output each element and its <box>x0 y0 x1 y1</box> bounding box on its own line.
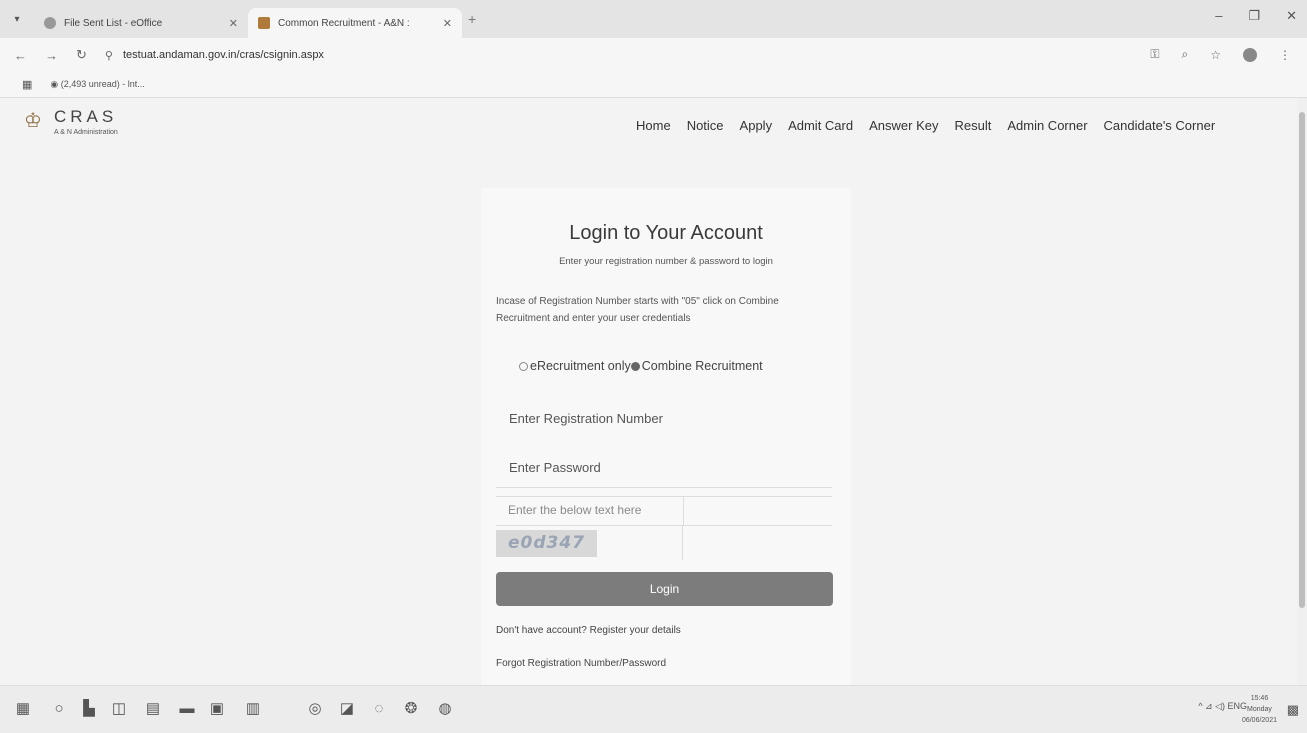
app-icon[interactable]: ▥ <box>244 700 262 718</box>
app-icon[interactable]: ◪ <box>338 700 356 718</box>
brand-subtitle: A & N Administration <box>54 129 118 136</box>
recruitment-type-radios: eRecruitment only Combine Recruitment <box>519 359 763 373</box>
nav-result[interactable]: Result <box>954 118 991 133</box>
nav-apply[interactable]: Apply <box>740 118 773 133</box>
minimize-icon[interactable]: – <box>1215 8 1222 24</box>
search-icon[interactable]: ○ <box>50 700 68 718</box>
new-tab-icon[interactable]: + <box>468 11 476 27</box>
forward-icon[interactable]: → <box>45 48 58 63</box>
zoom-icon[interactable]: ⌕ <box>1182 47 1189 62</box>
bookmark-item[interactable]: ◉ (2,493 unread) - lnt... <box>50 79 144 90</box>
captcha-input[interactable]: Enter the below text here <box>496 497 684 525</box>
whatsapp-icon[interactable]: ◌ <box>370 700 388 718</box>
login-subtitle: Enter your registration number & passwor… <box>559 256 773 267</box>
notification-icon[interactable]: ▩ <box>1287 702 1299 718</box>
app-icon[interactable]: ▬ <box>178 700 196 718</box>
main-nav: Home Notice Apply Admit Card Answer Key … <box>636 118 1231 133</box>
reload-icon[interactable]: ↻ <box>76 47 87 63</box>
registration-notice: Incase of Registration Number starts wit… <box>496 296 779 324</box>
login-button[interactable]: Login <box>496 572 833 606</box>
tab-search-icon[interactable]: ▾ <box>0 14 34 25</box>
clock-day: Monday <box>1247 706 1272 713</box>
bookmark-star-icon[interactable]: ☆ <box>1210 48 1221 62</box>
taskbar-clock[interactable]: 15:46 Monday 06/06/2021 <box>1242 693 1277 726</box>
tab-title: File Sent List - eOffice <box>64 17 163 29</box>
tab-file-sent-list[interactable]: File Sent List - eOffice ✕ <box>34 8 248 38</box>
nav-notice[interactable]: Notice <box>687 118 724 133</box>
nav-candidates-corner[interactable]: Candidate's Corner <box>1104 118 1216 133</box>
app-icon[interactable]: ❂ <box>402 700 420 718</box>
nav-home[interactable]: Home <box>636 118 671 133</box>
forgot-password-link[interactable]: Forgot Registration Number/Password <box>496 658 666 669</box>
tab-close-icon[interactable]: ✕ <box>443 17 452 30</box>
bookmark-label: (2,493 unread) - lnt... <box>60 79 145 89</box>
clock-time: 15:46 <box>1250 695 1269 702</box>
menu-icon[interactable]: ⋮ <box>1279 48 1291 62</box>
file-explorer-icon[interactable]: ◫ <box>110 700 128 718</box>
tab-common-recruitment[interactable]: Common Recruitment - A&N : ✕ <box>248 8 462 38</box>
start-icon[interactable]: ▦ <box>14 700 32 718</box>
task-view-icon[interactable]: ▙ <box>80 700 98 718</box>
nav-answer-key[interactable]: Answer Key <box>869 118 938 133</box>
page-content: ♔ CRAS A & N Administration Home Notice … <box>0 98 1297 685</box>
page-scrollbar[interactable] <box>1297 98 1307 685</box>
browser-tab-bar: ▾ File Sent List - eOffice ✕ Common Recr… <box>0 0 1307 38</box>
captcha-image: e0d347 <box>496 530 597 557</box>
emblem-icon: ♔ <box>24 110 42 132</box>
profile-avatar[interactable] <box>1243 47 1257 62</box>
apps-grid-icon[interactable]: ▦ <box>22 78 32 91</box>
captcha-row: Enter the below text here <box>496 496 832 526</box>
radio-combine-recruitment[interactable] <box>630 362 640 372</box>
close-window-icon[interactable]: ✕ <box>1286 8 1297 24</box>
nav-admin-corner[interactable]: Admin Corner <box>1007 118 1087 133</box>
tab-close-icon[interactable]: ✕ <box>229 17 238 30</box>
app-icon[interactable]: ▣ <box>208 700 226 718</box>
radio-combine-label[interactable]: Combine Recruitment <box>642 359 763 373</box>
chrome-icon[interactable]: ◎ <box>306 700 324 718</box>
eoffice-favicon-icon <box>44 17 56 29</box>
password-input[interactable]: Enter Password <box>496 448 832 488</box>
window-controls: – ❐ ✕ <box>1215 8 1297 24</box>
system-tray[interactable]: ^ ⊿ ◁) ENG <box>1198 701 1247 712</box>
restore-icon[interactable]: ❐ <box>1248 8 1260 24</box>
url-field[interactable]: testuat.andaman.gov.in/cras/csignin.aspx <box>123 49 324 61</box>
cras-favicon-icon <box>258 17 270 29</box>
bookmarks-bar: ▦ ◉ (2,493 unread) - lnt... <box>0 72 1307 98</box>
brand-name: CRAS <box>54 107 118 126</box>
login-title: Login to Your Account <box>569 222 763 244</box>
login-card: Login to Your Account Enter your registr… <box>481 188 851 685</box>
site-info-icon[interactable]: ⚲ <box>105 49 113 62</box>
radio-erecruitment[interactable] <box>519 362 528 372</box>
nav-admit-card[interactable]: Admit Card <box>788 118 853 133</box>
app-icon[interactable]: ▤ <box>144 700 162 718</box>
radio-erecruitment-label[interactable]: eRecruitment only <box>530 359 631 373</box>
password-key-icon[interactable]: ⚿ <box>1150 47 1159 62</box>
scrollbar-thumb[interactable] <box>1299 112 1305 608</box>
register-link[interactable]: Don't have account? Register your detail… <box>496 625 681 636</box>
tab-title: Common Recruitment - A&N : <box>278 17 410 29</box>
clock-date: 06/06/2021 <box>1241 717 1277 724</box>
app-icon[interactable]: ◍ <box>436 700 454 718</box>
captcha-divider <box>682 526 683 560</box>
site-logo[interactable]: ♔ CRAS A & N Administration <box>22 108 118 136</box>
windows-taskbar: ▦ ○ ▙ ◫ ▤ ▬ ▣ ▥ ◎ ◪ ◌ ❂ ◍ ^ ⊿ ◁) ENG 15:… <box>0 685 1307 733</box>
address-bar: ← → ↻ ⚲ testuat.andaman.gov.in/cras/csig… <box>0 38 1307 72</box>
back-icon[interactable]: ← <box>14 48 27 63</box>
registration-number-input[interactable]: Enter Registration Number <box>496 399 832 439</box>
